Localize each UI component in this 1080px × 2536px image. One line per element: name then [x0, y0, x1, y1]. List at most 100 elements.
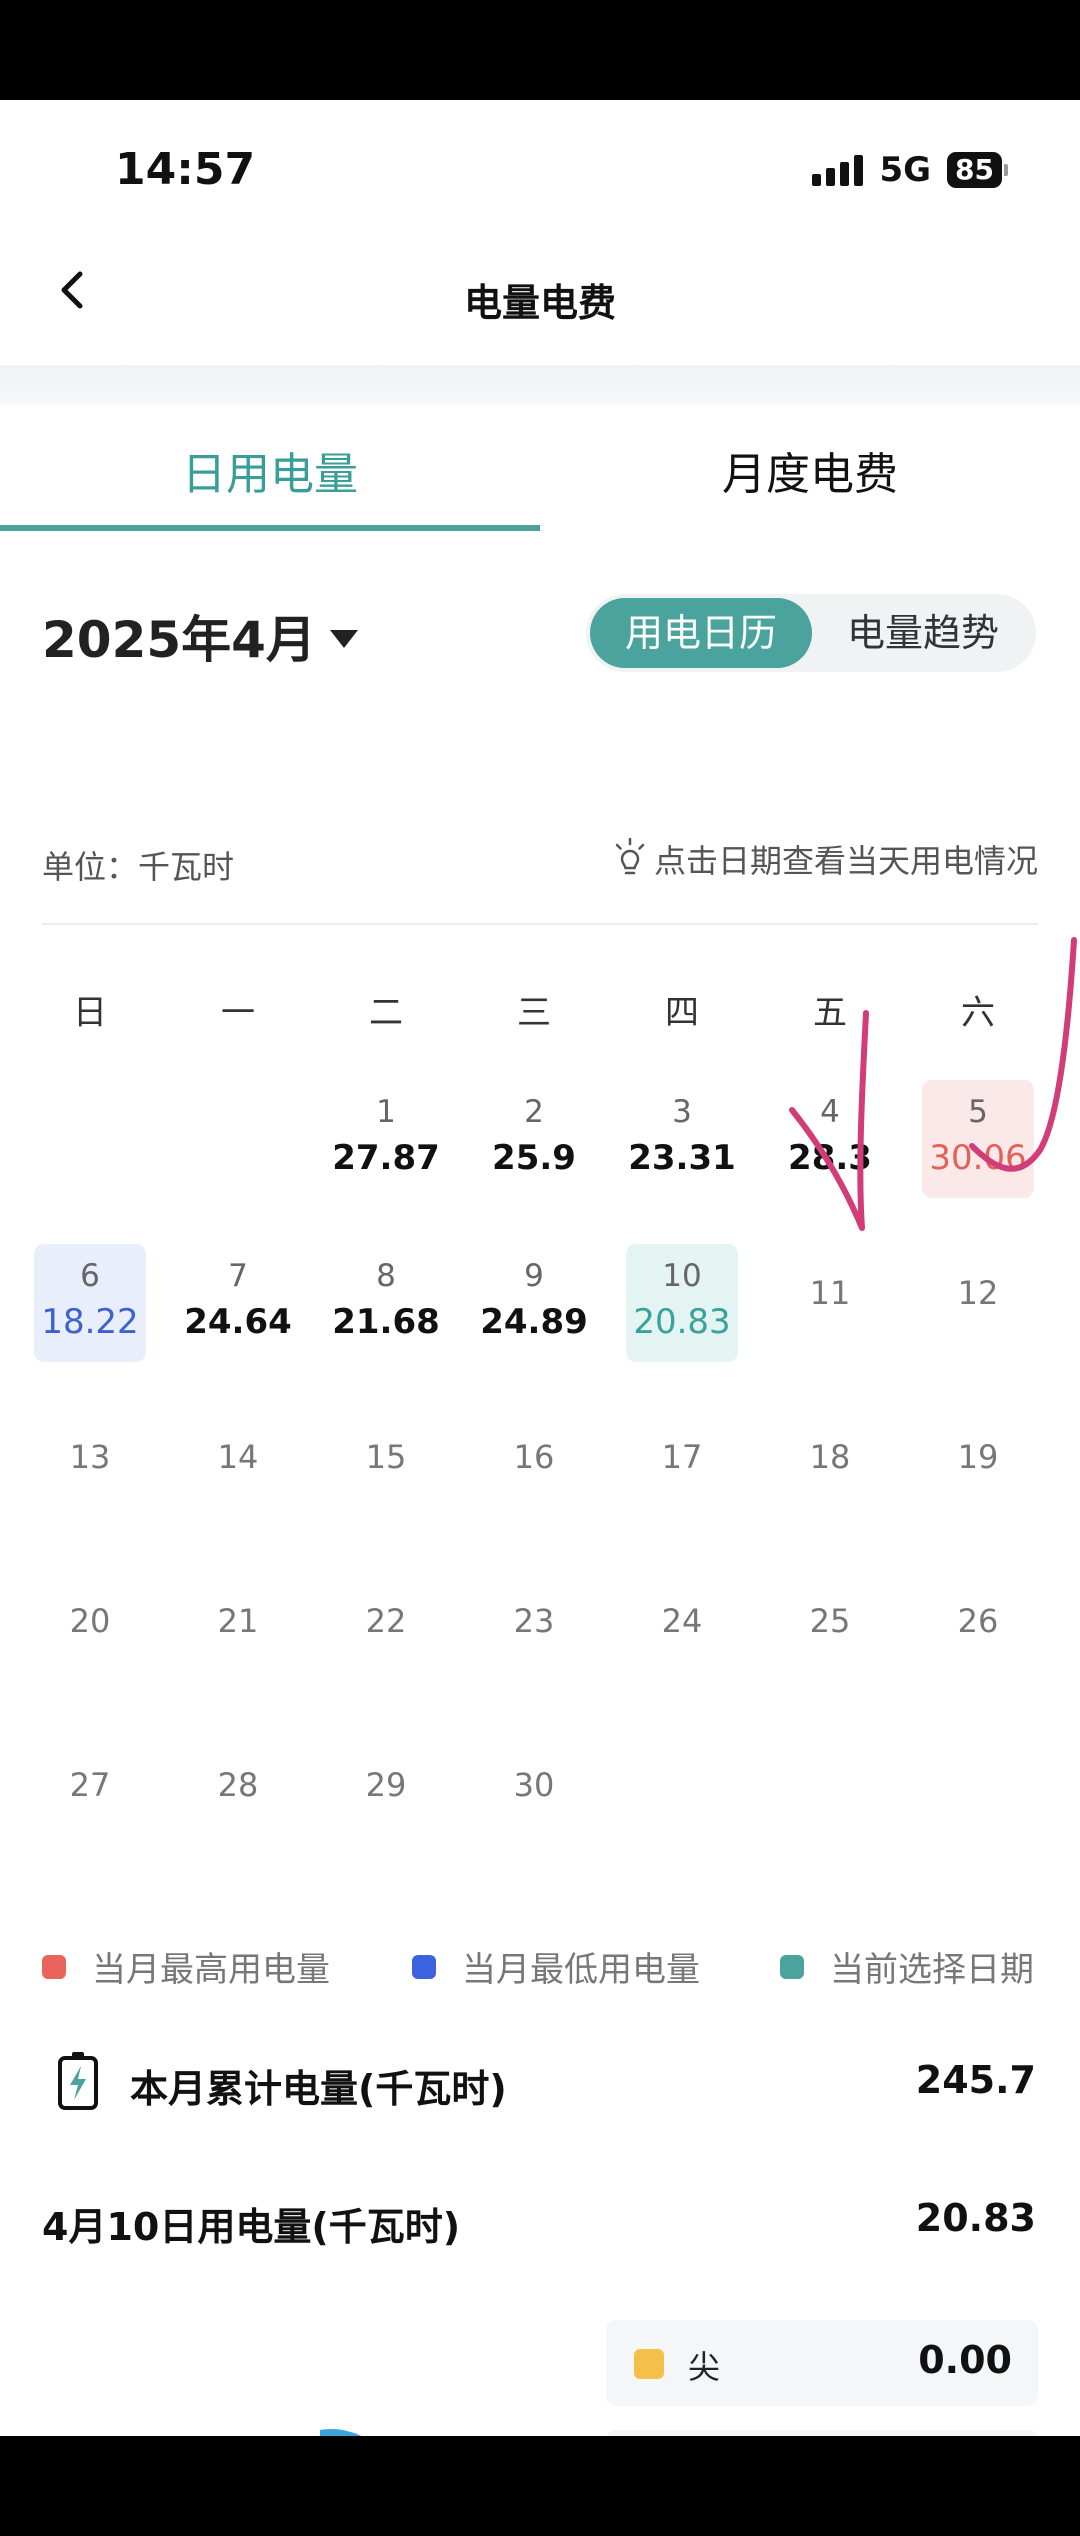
calendar-day-20[interactable]: 20 — [34, 1572, 146, 1690]
day-number: 5 — [968, 1094, 988, 1130]
calendar-day-27[interactable]: 27 — [34, 1736, 146, 1854]
calendar-day-28[interactable]: 28 — [182, 1736, 294, 1854]
legend-max-label: 当月最高用电量 — [92, 1950, 330, 1990]
day-number: 2 — [524, 1094, 544, 1130]
calendar-day-3[interactable]: 3 23.31 — [626, 1080, 738, 1198]
weekday-sun: 日 — [73, 993, 107, 1033]
view-toggle: 用电日历 电量趋势 — [586, 594, 1036, 672]
day-number: 3 — [672, 1094, 692, 1130]
day-number: 19 — [957, 1438, 999, 1476]
day-number: 29 — [365, 1766, 407, 1804]
calendar-day-5[interactable]: 5 30.06 — [922, 1080, 1034, 1198]
caret-down-icon — [329, 630, 358, 648]
calendar-day-15[interactable]: 15 — [330, 1408, 442, 1526]
header-divider — [0, 365, 1080, 405]
legend-selected-swatch — [780, 1954, 804, 1979]
calendar-day-8[interactable]: 8 21.68 — [330, 1244, 442, 1362]
day-usage-value: 25.9 — [492, 1138, 576, 1178]
day-number: 28 — [217, 1766, 259, 1804]
calendar-day-24[interactable]: 24 — [626, 1572, 738, 1690]
weekday-tue: 二 — [369, 993, 403, 1033]
day-number: 15 — [365, 1438, 407, 1476]
battery-charge-icon — [58, 2052, 98, 2110]
calendar-day-11[interactable]: 11 — [774, 1244, 886, 1362]
calendar-day-14[interactable]: 14 — [182, 1408, 294, 1526]
day-usage-value: 23.31 — [628, 1138, 736, 1178]
unit-label: 单位：千瓦时 — [42, 848, 235, 886]
hint-text-row: 点击日期查看当天用电情况 — [612, 836, 1038, 882]
day-number: 8 — [376, 1258, 396, 1294]
day-usage-value: 20.83 — [633, 1302, 731, 1342]
legend-max-swatch — [42, 1954, 66, 1979]
peak-value: 0.00 — [918, 2338, 1012, 2382]
day-number: 18 — [809, 1438, 851, 1476]
month-total-value: 245.7 — [915, 2058, 1036, 2102]
tab-daily-usage[interactable]: 日用电量 — [0, 430, 540, 520]
calendar-day-30[interactable]: 30 — [478, 1736, 590, 1854]
weekday-wed: 三 — [517, 993, 551, 1033]
tab-monthly-fee[interactable]: 月度电费 — [540, 430, 1080, 520]
battery-status-icon: 85 — [947, 152, 1008, 188]
day-number: 11 — [809, 1274, 851, 1312]
day-usage-value: 24.89 — [480, 1302, 588, 1342]
hint-text: 点击日期查看当天用电情况 — [653, 842, 1038, 880]
legend-min: 当月最低用电量 — [412, 1942, 700, 1991]
day-number: 16 — [513, 1438, 555, 1476]
calendar-day-2[interactable]: 2 25.9 — [478, 1080, 590, 1198]
calendar-day-17[interactable]: 17 — [626, 1408, 738, 1526]
month-label: 2025年4月 — [42, 611, 316, 669]
day-number: 22 — [365, 1602, 407, 1640]
signal-icon — [812, 154, 864, 186]
day-number: 27 — [69, 1766, 111, 1804]
calendar-day-19[interactable]: 19 — [922, 1408, 1034, 1526]
calendar-day-26[interactable]: 26 — [922, 1572, 1034, 1690]
month-selector[interactable]: 2025年4月 — [42, 600, 358, 672]
status-time: 14:57 — [115, 144, 256, 195]
calendar-day-10[interactable]: 10 20.83 — [626, 1244, 738, 1362]
calendar-day-6[interactable]: 6 18.22 — [34, 1244, 146, 1362]
calendar-day-18[interactable]: 18 — [774, 1408, 886, 1526]
calendar-day-21[interactable]: 21 — [182, 1572, 294, 1690]
calendar-view-button[interactable]: 用电日历 — [590, 598, 812, 668]
calendar-day-9[interactable]: 9 24.89 — [478, 1244, 590, 1362]
day-number: 26 — [957, 1602, 999, 1640]
day-number: 24 — [661, 1602, 703, 1640]
day-number: 10 — [662, 1258, 702, 1294]
day-number: 7 — [228, 1258, 248, 1294]
active-tab-indicator — [0, 525, 540, 531]
peak-usage-row: 尖 0.00 — [606, 2320, 1038, 2406]
calendar-day-22[interactable]: 22 — [330, 1572, 442, 1690]
calendar-day-23[interactable]: 23 — [478, 1572, 590, 1690]
calendar-day-4[interactable]: 4 28.3 — [774, 1080, 886, 1198]
day-usage-value: 30.06 — [929, 1138, 1027, 1178]
calendar-day-12[interactable]: 12 — [922, 1244, 1034, 1362]
calendar-day-25[interactable]: 25 — [774, 1572, 886, 1690]
day-number: 12 — [957, 1274, 999, 1312]
next-usage-row — [606, 2430, 1038, 2436]
day-usage-value: 24.64 — [184, 1302, 292, 1342]
legend-selected: 当前选择日期 — [780, 1942, 1034, 1991]
calendar-day-29[interactable]: 29 — [330, 1736, 442, 1854]
legend-min-label: 当月最低用电量 — [462, 1950, 700, 1990]
calendar-day-7[interactable]: 7 24.64 — [182, 1244, 294, 1362]
day-number: 14 — [217, 1438, 259, 1476]
selected-day-value: 20.83 — [915, 2196, 1036, 2240]
calendar-day-13[interactable]: 13 — [34, 1408, 146, 1526]
calendar-day-1[interactable]: 1 27.87 — [330, 1080, 442, 1198]
day-number: 20 — [69, 1602, 111, 1640]
month-total-label: 本月累计电量(千瓦时) — [130, 2067, 507, 2111]
usage-pie-chart — [320, 2429, 362, 2436]
day-usage-value: 18.22 — [41, 1302, 139, 1342]
day-number: 23 — [513, 1602, 555, 1640]
legend-max: 当月最高用电量 — [42, 1942, 330, 1991]
trend-view-button[interactable]: 电量趋势 — [814, 598, 1032, 668]
day-number: 4 — [820, 1094, 840, 1130]
peak-label: 尖 — [688, 2348, 721, 2386]
legend-selected-label: 当前选择日期 — [830, 1950, 1034, 1990]
app-screen: 14:57 5G 85 电量电费 日用电量 月度电费 2025年4月 用电日历 … — [0, 100, 1080, 2436]
day-number: 21 — [217, 1602, 259, 1640]
calendar-day-16[interactable]: 16 — [478, 1408, 590, 1526]
day-number: 17 — [661, 1438, 703, 1476]
status-indicators: 5G 85 — [812, 150, 1008, 190]
day-usage-value: 28.3 — [788, 1138, 872, 1178]
